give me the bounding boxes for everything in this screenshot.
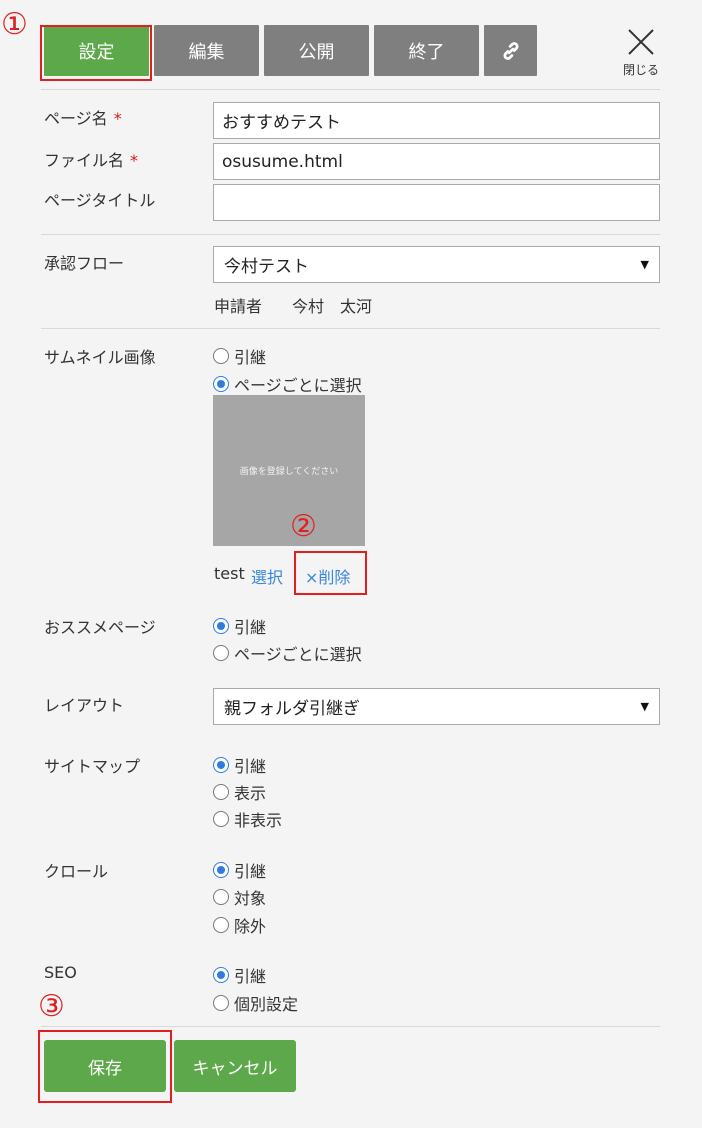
file-name-label: ファイル名 * <box>44 151 139 170</box>
thumbnail-label: サムネイル画像 <box>44 348 156 367</box>
annotation-box-save <box>38 1030 172 1103</box>
option-label: 引継 <box>234 757 267 776</box>
option-label: 非表示 <box>234 811 283 830</box>
radio-button[interactable] <box>213 889 229 905</box>
sitemap-option-show[interactable]: 表示 <box>213 780 266 804</box>
recommended-option-per-page[interactable]: ページごとに選択 <box>213 641 362 665</box>
radio-button[interactable] <box>213 967 229 983</box>
option-label: 対象 <box>234 889 267 908</box>
radio-button[interactable] <box>213 618 229 634</box>
approval-flow-select[interactable]: 今村テスト ▼ <box>213 246 660 283</box>
radio-button[interactable] <box>213 995 229 1011</box>
radio-button[interactable] <box>213 811 229 827</box>
file-name-input[interactable]: osusume.html <box>213 143 660 180</box>
thumbnail-option-per-page[interactable]: ページごとに選択 <box>213 372 362 396</box>
page-name-label: ページ名 * <box>44 109 122 128</box>
divider <box>41 89 660 90</box>
seo-option-inherit[interactable]: 引継 <box>213 963 266 987</box>
thumbnail-select-link[interactable]: 選択 <box>251 564 283 588</box>
thumbnail-file-name: test <box>214 564 245 583</box>
radio-button[interactable] <box>213 348 229 364</box>
option-label: 除外 <box>234 917 267 936</box>
seo-option-custom[interactable]: 個別設定 <box>213 991 298 1015</box>
required-mark: * <box>113 109 122 128</box>
dropdown-arrow-icon: ▼ <box>640 700 649 713</box>
close-icon <box>628 29 654 55</box>
applicant-label: 申請者 <box>214 297 263 316</box>
end-button[interactable]: 終了 <box>374 25 479 76</box>
applicant-name: 今村 太河 <box>292 297 373 316</box>
sitemap-label: サイトマップ <box>44 757 141 776</box>
crawl-option-target[interactable]: 対象 <box>213 885 266 909</box>
approval-flow-label: 承認フロー <box>44 254 125 273</box>
divider <box>41 328 660 329</box>
thumbnail-option-inherit[interactable]: 引継 <box>213 344 266 368</box>
edit-button[interactable]: 編集 <box>154 25 259 76</box>
close-button[interactable]: 閉じる <box>616 22 666 78</box>
required-mark: * <box>130 151 139 170</box>
crawl-label: クロール <box>44 862 109 881</box>
option-label: 個別設定 <box>234 995 299 1014</box>
page-name-input[interactable]: おすすめテスト <box>213 102 660 139</box>
option-label: 引継 <box>234 348 267 367</box>
layout-label: レイアウト <box>44 696 125 715</box>
sitemap-option-inherit[interactable]: 引継 <box>213 753 266 777</box>
radio-button[interactable] <box>213 917 229 933</box>
option-label: ページごとに選択 <box>234 376 362 395</box>
option-label: 表示 <box>234 784 267 803</box>
option-label: ページごとに選択 <box>234 645 362 664</box>
annotation-box-settings <box>40 25 152 81</box>
annotation-box-delete <box>294 551 367 595</box>
cancel-button[interactable]: キャンセル <box>174 1040 296 1092</box>
annotation-marker-1: ① <box>1 7 28 42</box>
radio-button[interactable] <box>213 645 229 661</box>
link-button[interactable] <box>484 25 537 76</box>
option-label: 引継 <box>234 618 267 637</box>
publish-button[interactable]: 公開 <box>264 25 369 76</box>
option-label: 引継 <box>234 967 267 986</box>
layout-select[interactable]: 親フォルダ引継ぎ ▼ <box>213 688 660 725</box>
thumbnail-placeholder-text: 画像を登録してください <box>239 467 339 477</box>
radio-button[interactable] <box>213 757 229 773</box>
thumbnail-placeholder: 画像を登録してください <box>213 395 365 546</box>
divider <box>41 1026 660 1027</box>
crawl-option-exclude[interactable]: 除外 <box>213 913 266 937</box>
close-label: 閉じる <box>622 63 659 77</box>
annotation-marker-2: ② <box>290 509 317 544</box>
recommended-label: おススメページ <box>44 618 156 637</box>
page-title-input[interactable] <box>213 184 660 221</box>
link-icon <box>503 41 518 60</box>
seo-label: SEO <box>44 963 77 982</box>
radio-button[interactable] <box>213 376 229 392</box>
radio-button[interactable] <box>213 862 229 878</box>
divider <box>41 234 660 235</box>
crawl-option-inherit[interactable]: 引継 <box>213 858 266 882</box>
approval-flow-value: 今村テスト <box>224 257 309 277</box>
page-title-label: ページタイトル <box>44 191 156 210</box>
sitemap-option-hide[interactable]: 非表示 <box>213 807 282 831</box>
dropdown-arrow-icon: ▼ <box>640 258 649 271</box>
radio-button[interactable] <box>213 784 229 800</box>
option-label: 引継 <box>234 862 267 881</box>
annotation-marker-3: ③ <box>38 989 65 1024</box>
layout-value: 親フォルダ引継ぎ <box>224 699 360 719</box>
recommended-option-inherit[interactable]: 引継 <box>213 614 266 638</box>
